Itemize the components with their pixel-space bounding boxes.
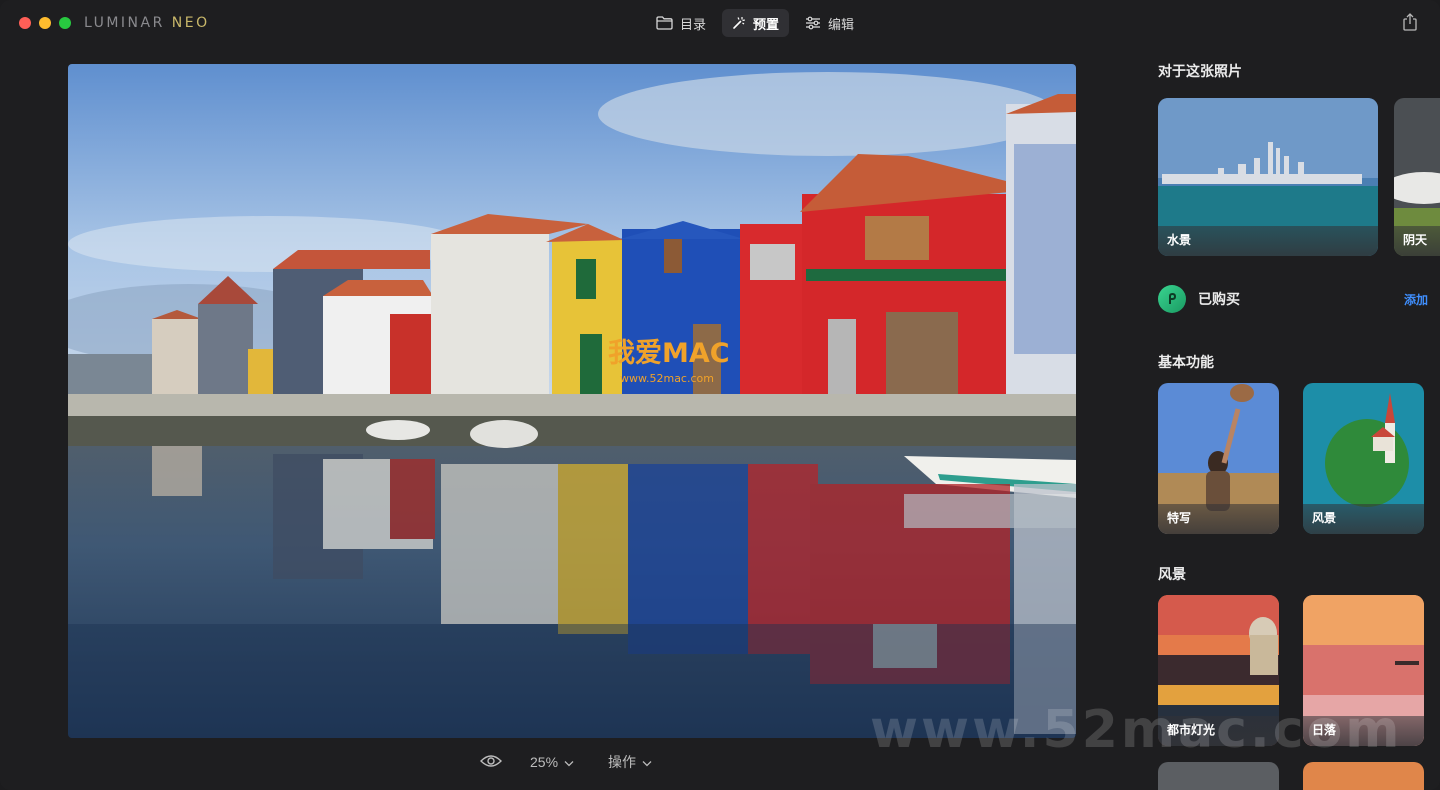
section-title-essentials: 基本功能 xyxy=(1158,354,1214,370)
tab-edit[interactable]: 编辑 xyxy=(795,9,864,37)
actions-label: 操作 xyxy=(608,754,637,770)
bottom-toolbar: 25% 操作 xyxy=(480,750,652,774)
before-after-toggle[interactable] xyxy=(480,750,502,774)
preset-card-label: 阴天 xyxy=(1403,233,1428,247)
actions-dropdown[interactable]: 操作 xyxy=(608,750,652,774)
logo-text-luminar: LUMINAR xyxy=(84,15,172,31)
preset-card-waterscape[interactable]: 水景 xyxy=(1158,98,1378,256)
purchased-row[interactable]: 已购买 添加 xyxy=(1158,284,1428,314)
section-title-about-photo: 对于这张照片 xyxy=(1158,63,1242,79)
corner-watermark: www.52mac.com xyxy=(870,700,1403,760)
eye-icon xyxy=(480,754,502,771)
tab-catalog-label: 目录 xyxy=(680,16,707,32)
add-button[interactable]: 添加 xyxy=(1404,291,1428,308)
share-icon xyxy=(1402,13,1418,36)
app-logo: LUMINAR NEO xyxy=(84,15,210,31)
preset-card-label: 风景 xyxy=(1312,511,1337,525)
title-bar: LUMINAR NEO 目录 预置 编辑 xyxy=(0,0,1440,46)
tab-catalog[interactable]: 目录 xyxy=(646,9,716,37)
preset-card-label: 水景 xyxy=(1167,233,1192,247)
preset-card-partial[interactable] xyxy=(1303,762,1424,790)
top-navigation: 目录 预置 编辑 xyxy=(646,9,864,37)
watermark-cn: 我爱MAC xyxy=(608,338,730,369)
preset-card-label: 特写 xyxy=(1167,511,1192,525)
purchased-label: 已购买 xyxy=(1198,291,1240,307)
watermark-url: www.52mac.com xyxy=(620,372,714,385)
folder-icon xyxy=(656,16,673,30)
preset-card-partial[interactable] xyxy=(1158,762,1279,790)
logo-text-neo: NEO xyxy=(171,15,210,31)
chevron-down-icon xyxy=(642,754,652,770)
sliders-icon xyxy=(805,16,821,30)
main-photo[interactable]: 我爱MAC www.52mac.com xyxy=(68,64,1076,738)
preset-card-portrait[interactable]: 特写 xyxy=(1158,383,1279,534)
tab-edit-label: 编辑 xyxy=(828,16,855,32)
tab-presets-label: 预置 xyxy=(753,16,780,32)
tab-presets[interactable]: 预置 xyxy=(722,9,790,37)
magic-wand-icon xyxy=(732,16,746,30)
presets-panel: 对于这张照片 水景 阴天 已购买 添加 基本功能 特写 风景 风景 都市灯光 日… xyxy=(1140,46,1440,790)
preset-card-overcast[interactable]: 阴天 xyxy=(1394,98,1440,256)
chevron-down-icon xyxy=(564,754,574,770)
preset-card-landscape[interactable]: 风景 xyxy=(1303,383,1424,534)
zoom-window-button[interactable] xyxy=(59,17,71,29)
section-title-landscape: 风景 xyxy=(1158,566,1186,582)
zoom-value: 25% xyxy=(530,754,559,770)
minimize-window-button[interactable] xyxy=(39,17,51,29)
close-window-button[interactable] xyxy=(19,17,31,29)
zoom-dropdown[interactable]: 25% xyxy=(530,750,574,774)
purchased-icon xyxy=(1158,285,1186,313)
share-button[interactable] xyxy=(1402,12,1418,32)
app-window: LUMINAR NEO 目录 预置 编辑 我爱MAC www.52mac.com… xyxy=(0,0,1440,790)
